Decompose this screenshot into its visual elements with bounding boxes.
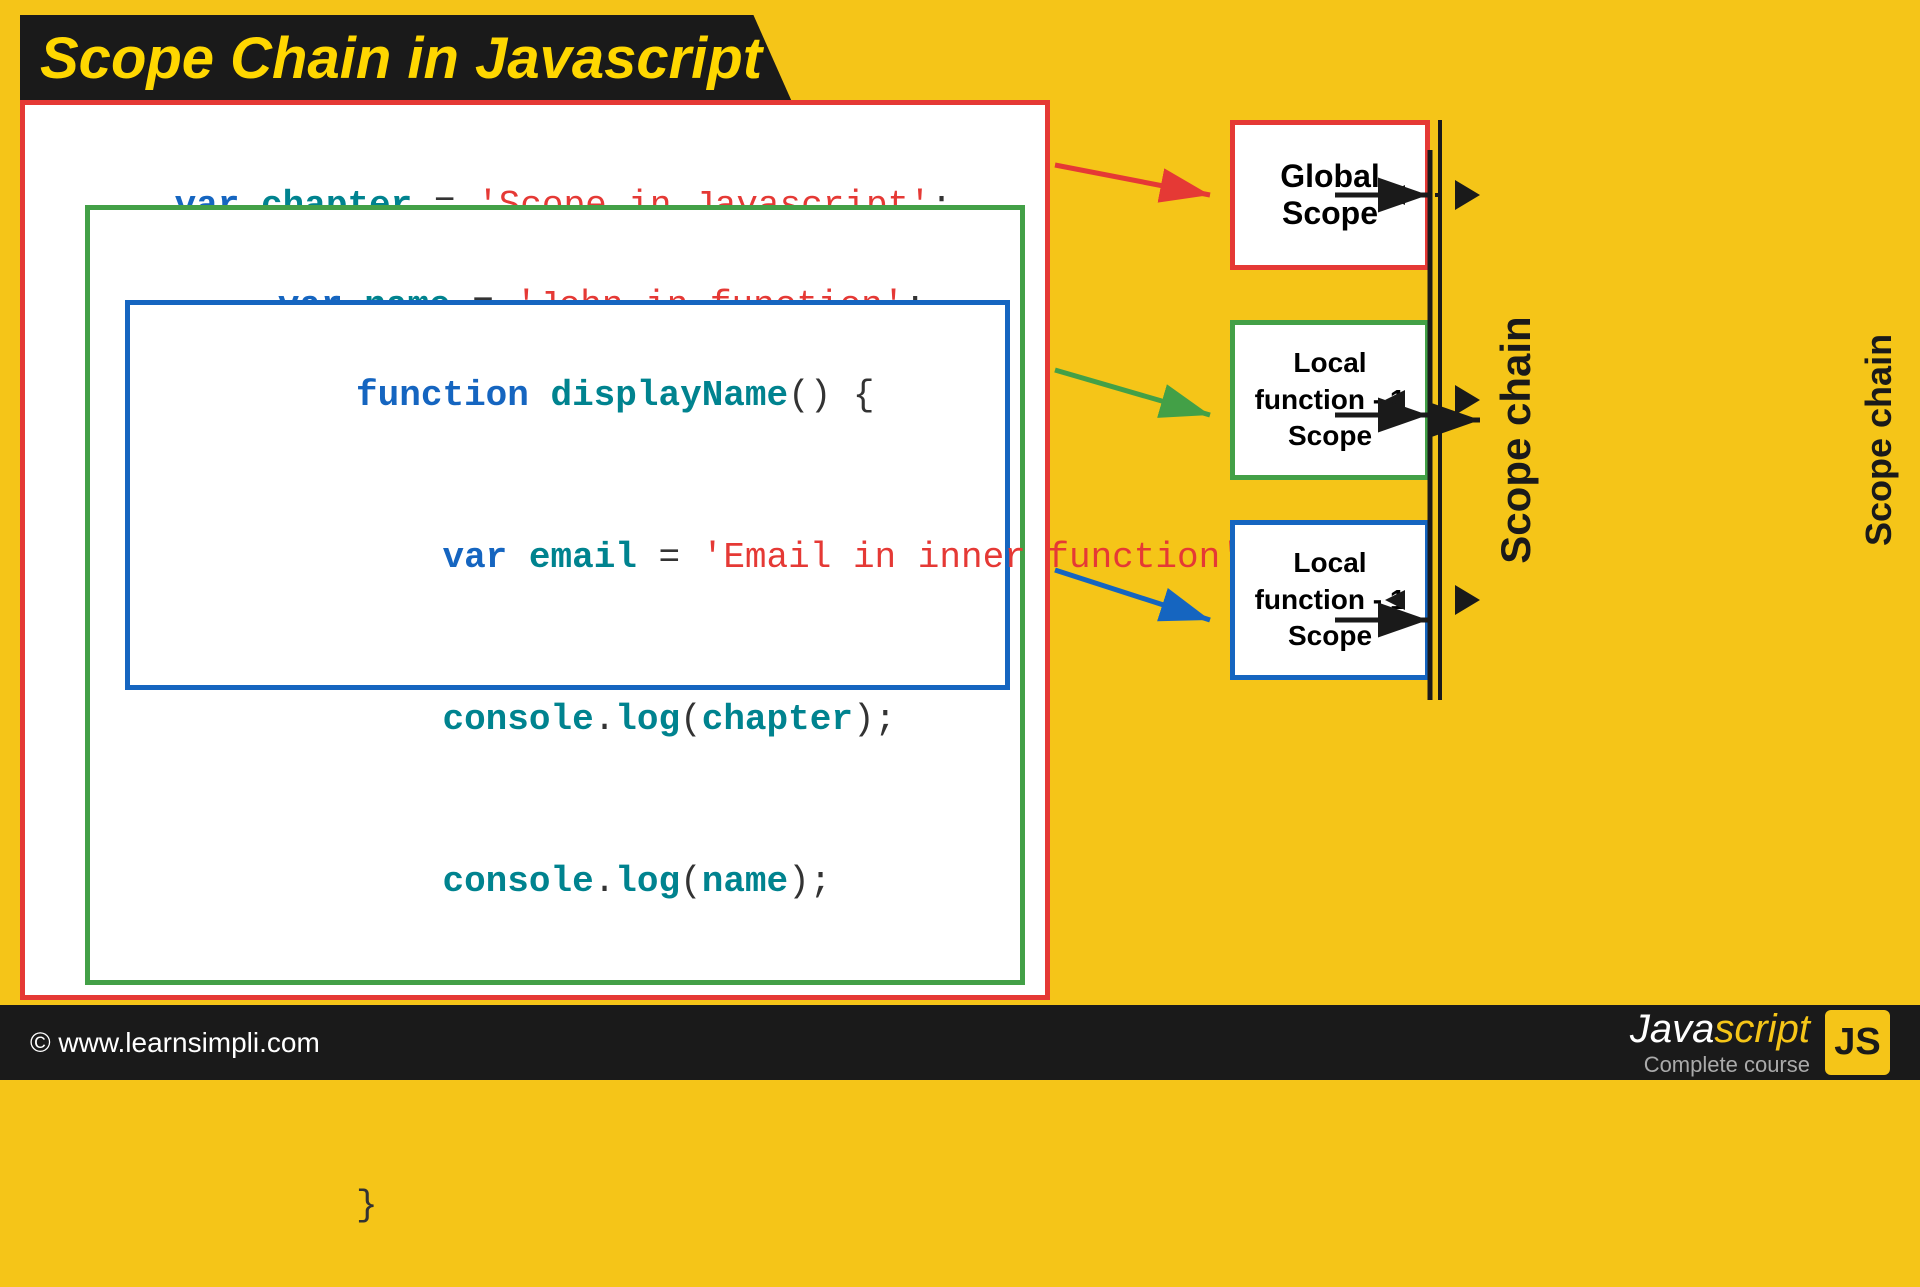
global-scope-box: var chapter = 'Scope in Javascript'; fun… — [20, 100, 1050, 1000]
local2-scope-box: function displayName() { var email = 'Em… — [125, 300, 1010, 690]
js-logo: JS — [1825, 1010, 1890, 1075]
title-bar: Scope Chain in Javascript — [20, 15, 792, 102]
code-line-4: function displayName() { — [140, 315, 995, 477]
main-container: var chapter = 'Scope in Javascript'; fun… — [20, 100, 1900, 1000]
kw-function-2: function — [356, 375, 529, 416]
global-scope-label: GlobalScope — [1230, 120, 1430, 270]
arg-chapter: chapter — [702, 699, 853, 740]
branding-text: Javascript Complete course — [1630, 1007, 1810, 1078]
arg-name: name — [702, 861, 788, 902]
code-line-5: var email = 'Email in inner function'; — [140, 477, 995, 639]
local1-scope-box: var name = 'John in function'; function … — [85, 205, 1025, 985]
local1-scope-label: Localfunction - 1Scope — [1230, 320, 1430, 480]
fn-displayname: displayName — [529, 375, 788, 416]
console-2: console — [356, 861, 594, 902]
copyright-text: © www.learnsimpli.com — [30, 1027, 320, 1059]
local1-scope-text: Localfunction - 1Scope — [1255, 345, 1406, 454]
code-line-6: console.log(chapter); — [140, 639, 995, 801]
brand-name: Javascript — [1630, 1007, 1810, 1052]
log-1: log — [615, 699, 680, 740]
global-scope-text: GlobalScope — [1280, 158, 1380, 232]
diagram-arrows — [1100, 100, 1900, 920]
kw-var-3: var — [356, 537, 507, 578]
diagram-area: GlobalScope Localfunction - 1Scope Local… — [1100, 100, 1900, 920]
log-2: log — [615, 861, 680, 902]
scope-chain-label: Scope chain — [1858, 180, 1900, 700]
console-1: console — [356, 699, 594, 740]
code-line-7: console.log(name); — [140, 801, 995, 963]
local2-scope-text: Localfunction - 1Scope — [1255, 545, 1406, 654]
code-line-9: } — [140, 1125, 995, 1287]
brand-sub: Complete course — [1630, 1052, 1810, 1078]
var-email: email — [507, 537, 637, 578]
bottom-bar: © www.learnsimpli.com Javascript Complet… — [0, 1005, 1920, 1080]
js-branding: Javascript Complete course JS — [1630, 1007, 1890, 1078]
local2-scope-label: Localfunction - 1Scope — [1230, 520, 1430, 680]
page-title: Scope Chain in Javascript — [40, 25, 762, 92]
